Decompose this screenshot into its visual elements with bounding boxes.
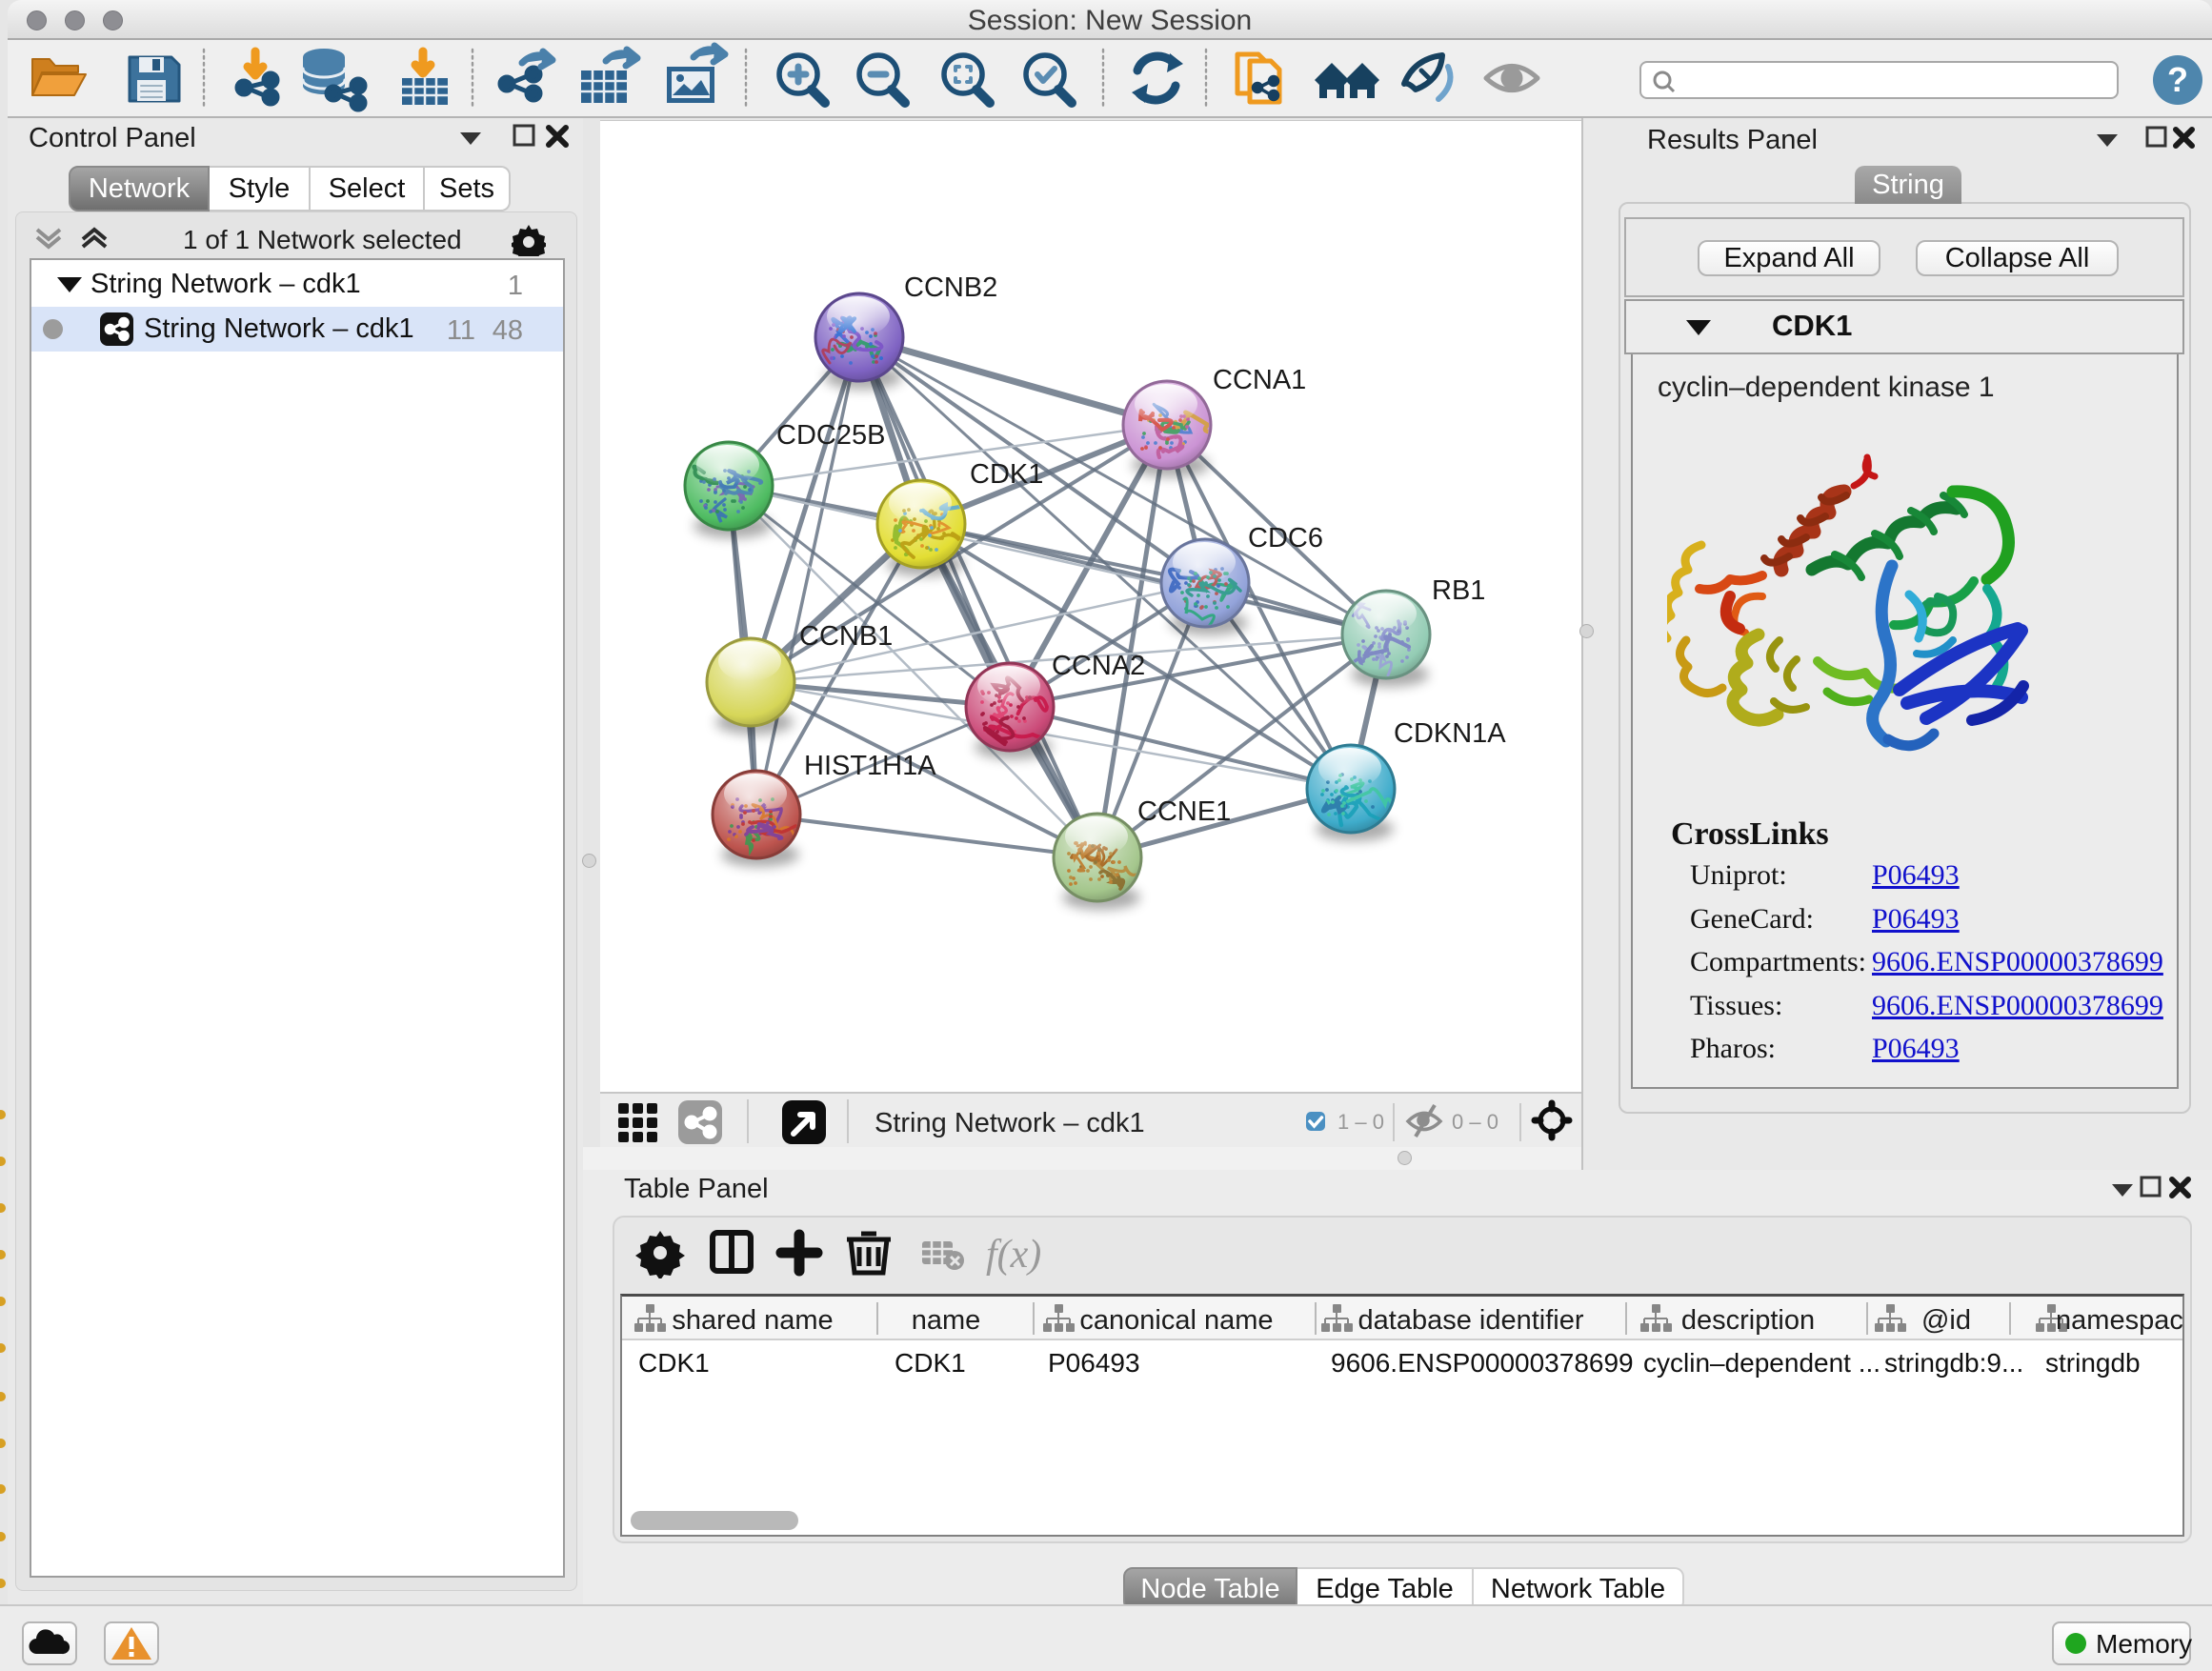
- svg-text:String Network – cdk1: String Network – cdk1: [875, 1108, 1145, 1138]
- svg-text:CDC6: CDC6: [1248, 523, 1323, 554]
- svg-text:database identifier: database identifier: [1358, 1305, 1584, 1336]
- svg-text:shared name: shared name: [672, 1305, 833, 1336]
- svg-text:CCNB1: CCNB1: [799, 621, 893, 652]
- svg-text:CCNA1: CCNA1: [1213, 365, 1306, 395]
- svg-text:namespace: namespace: [2056, 1305, 2182, 1336]
- svg-text:CDK1: CDK1: [970, 459, 1043, 490]
- svg-text:CDKN1A: CDKN1A: [1394, 718, 1506, 749]
- svg-text:description: description: [1681, 1305, 1815, 1336]
- svg-text:canonical name: canonical name: [1079, 1305, 1273, 1336]
- svg-text:0 – 0: 0 – 0: [1452, 1110, 1498, 1134]
- svg-text:CCNA2: CCNA2: [1052, 651, 1145, 681]
- svg-text:HIST1H1A: HIST1H1A: [804, 751, 936, 781]
- svg-text:f(x): f(x): [986, 1233, 1041, 1277]
- svg-text:CCNE1: CCNE1: [1137, 796, 1231, 827]
- svg-text:1 – 0: 1 – 0: [1337, 1110, 1384, 1134]
- svg-text:RB1: RB1: [1432, 575, 1485, 606]
- svg-text:CDC25B: CDC25B: [776, 420, 885, 451]
- svg-text:CCNB2: CCNB2: [904, 272, 997, 303]
- svg-text:name: name: [912, 1305, 981, 1336]
- svg-text:@id: @id: [1921, 1305, 1971, 1336]
